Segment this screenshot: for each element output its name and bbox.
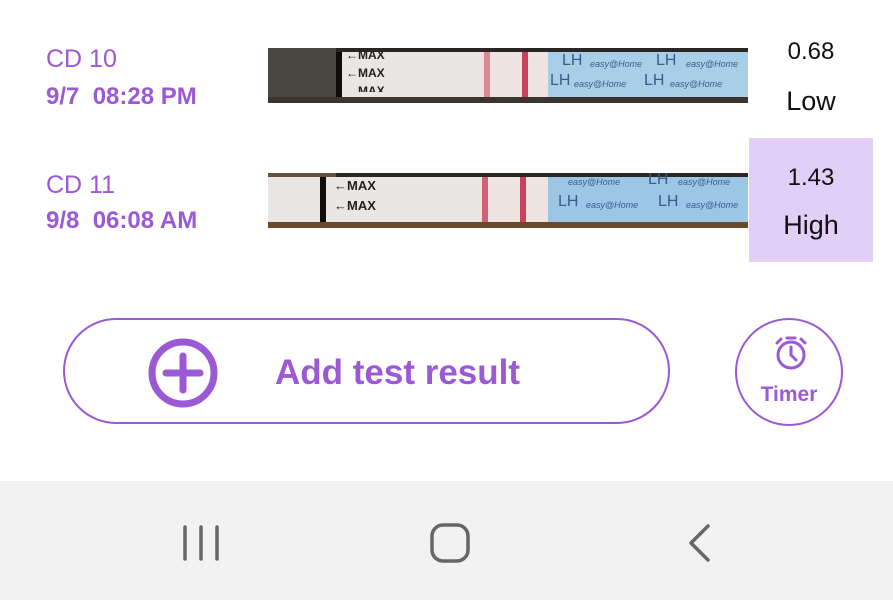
strip-max-bar bbox=[336, 52, 342, 97]
max-line-label: ←MAX bbox=[334, 178, 376, 193]
test-line bbox=[484, 52, 490, 97]
add-test-result-button[interactable]: Add test result bbox=[63, 318, 670, 424]
max-line-label: ←MAX bbox=[346, 84, 385, 92]
strip-bottom-edge bbox=[268, 222, 748, 228]
control-line bbox=[522, 52, 528, 97]
test-line bbox=[482, 177, 488, 222]
cycle-day-label: CD 11 bbox=[46, 171, 116, 199]
strip-brand-text: easy@Home bbox=[590, 59, 643, 69]
max-line-label: ←MAX bbox=[346, 48, 385, 62]
test-strip-photo[interactable]: ←MAX ←MAX easy@Home LH easy@Home LH easy… bbox=[268, 173, 748, 228]
control-line bbox=[520, 177, 526, 222]
strip-lh-text: LH bbox=[558, 193, 579, 210]
strip-brand-text: easy@Home bbox=[686, 200, 739, 210]
cycle-day-label: CD 10 bbox=[46, 45, 117, 73]
max-line-label: ←MAX bbox=[346, 66, 385, 80]
max-line-label: ←MAX bbox=[334, 198, 376, 213]
strip-lh-text: LH bbox=[648, 173, 669, 188]
lh-result: 1.43 High bbox=[749, 138, 873, 262]
add-test-result-label: Add test result bbox=[275, 353, 521, 392]
test-strip-photo[interactable]: ←MAX ←MAX ←MAX LH easy@Home LH easy@Home… bbox=[268, 48, 748, 103]
strip-max-bar bbox=[320, 177, 326, 222]
lh-ratio-value: 1.43 bbox=[787, 164, 835, 191]
strip-brand-text: easy@Home bbox=[586, 200, 639, 210]
test-datetime: 9/8 06:08 AM bbox=[46, 207, 198, 234]
strip-result-window bbox=[478, 177, 548, 222]
stopwatch-icon bbox=[775, 336, 807, 370]
lh-level-label: Low bbox=[786, 86, 836, 116]
strip-bottom-edge bbox=[268, 97, 748, 103]
strip-brand-text: easy@Home bbox=[678, 177, 731, 187]
test-datetime: 9/7 08:28 PM bbox=[46, 83, 197, 110]
test-entry-row[interactable]: CD 10 9/7 08:28 PM ←MAX ←MAX ←MAX LH eas… bbox=[0, 36, 893, 126]
timer-button[interactable]: Timer bbox=[735, 318, 843, 426]
lh-ratio-value: 0.68 bbox=[787, 38, 835, 65]
recent-apps-icon[interactable] bbox=[179, 521, 223, 565]
strip-lh-text: LH bbox=[658, 193, 679, 210]
strip-lh-text: LH bbox=[550, 72, 571, 89]
timer-label: Timer bbox=[760, 383, 818, 406]
plus-circle-icon bbox=[148, 338, 218, 408]
strip-brand-text: easy@Home bbox=[670, 79, 723, 89]
strip-lh-text: LH bbox=[644, 72, 665, 89]
lh-result: 0.68 Low bbox=[749, 36, 873, 126]
lh-test-log-screen: CD 10 9/7 08:28 PM ←MAX ←MAX ←MAX LH eas… bbox=[0, 0, 893, 600]
strip-brand-text: easy@Home bbox=[686, 59, 739, 69]
lh-level-label: High bbox=[783, 210, 839, 240]
strip-brand-text: easy@Home bbox=[568, 177, 621, 187]
strip-lh-text: LH bbox=[562, 52, 583, 69]
back-icon[interactable] bbox=[678, 521, 722, 565]
system-navigation-bar bbox=[0, 481, 893, 600]
test-entry-row[interactable]: CD 11 9/8 06:08 AM ←MAX ←MAX easy@Home L… bbox=[0, 138, 893, 262]
strip-shadow bbox=[268, 48, 336, 103]
strip-brand-text: easy@Home bbox=[574, 79, 627, 89]
home-icon[interactable] bbox=[428, 521, 472, 565]
strip-lh-text: LH bbox=[656, 52, 677, 69]
